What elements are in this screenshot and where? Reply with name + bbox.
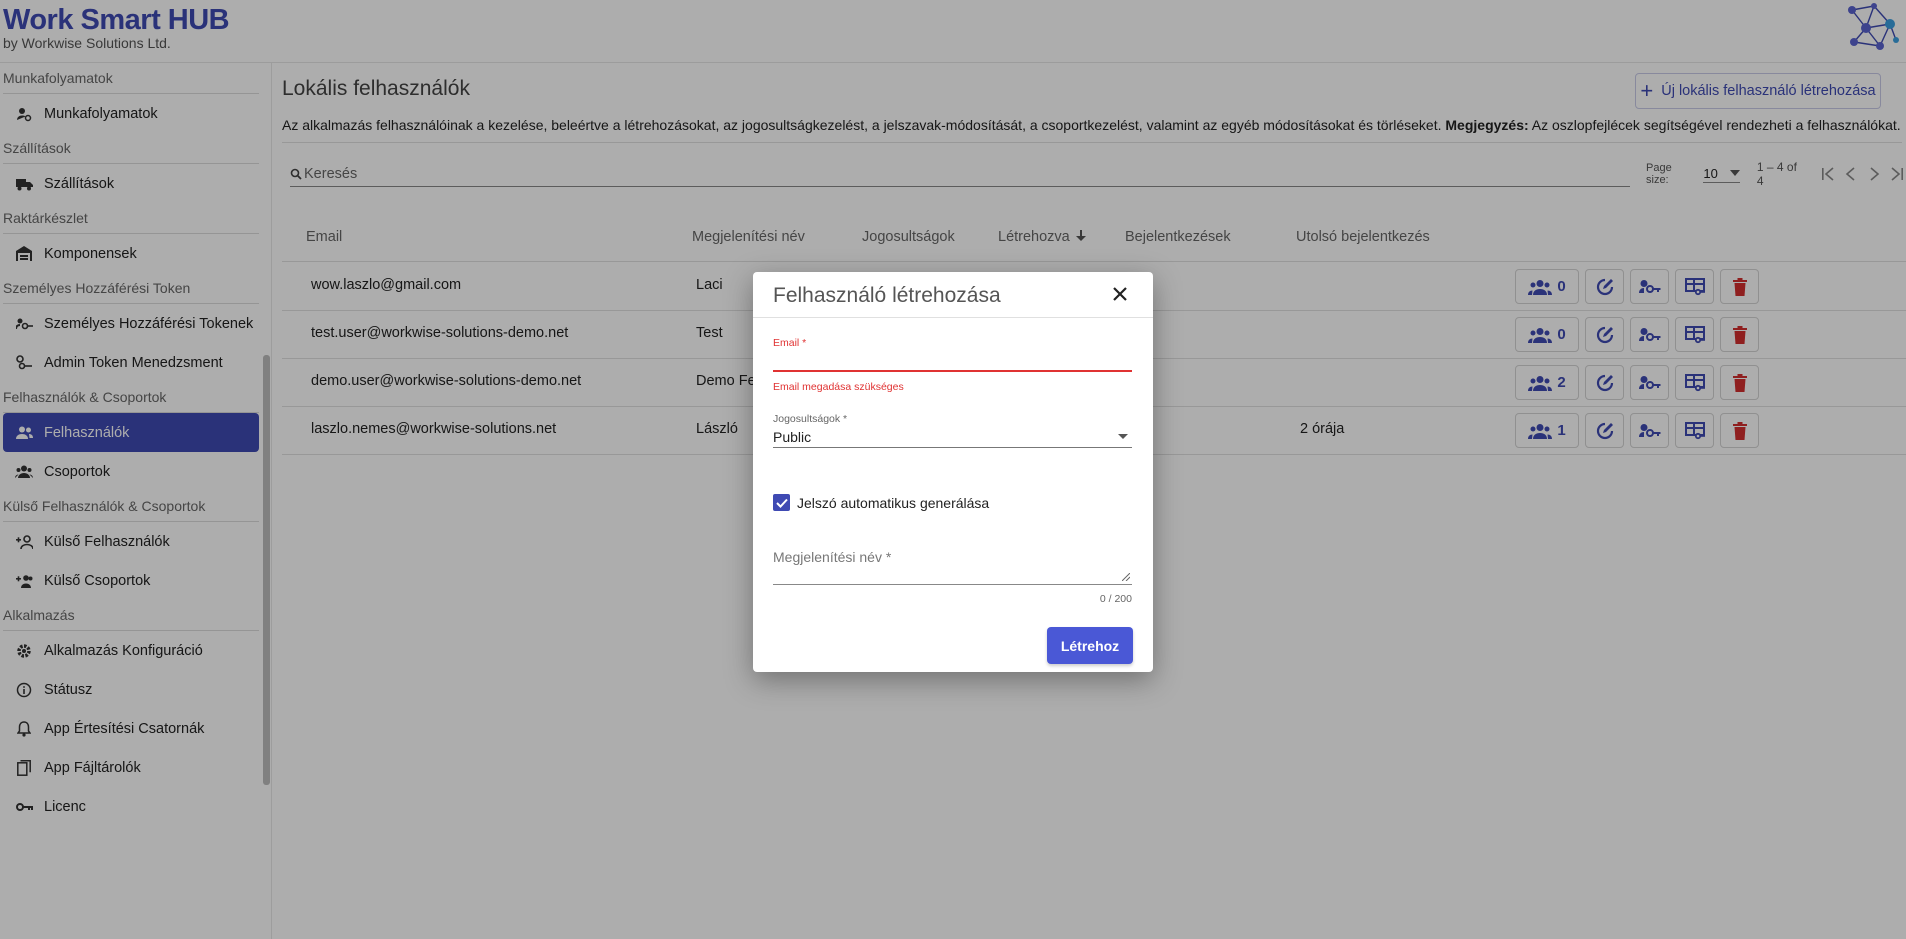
app-root: Work Smart HUB by Workwise Solutions Ltd…: [0, 0, 1906, 939]
chevron-down-icon: [1118, 434, 1128, 439]
email-label: Email *: [773, 337, 807, 349]
display-name-placeholder: Megjelenítési név *: [773, 549, 892, 565]
create-user-dialog: Felhasználó létrehozása Email * Email me…: [753, 272, 1153, 672]
resize-handle-icon[interactable]: [1122, 573, 1130, 581]
auto-password-label: Jelszó automatikus generálása: [797, 494, 990, 511]
create-button[interactable]: Létrehoz: [1047, 627, 1133, 664]
roles-value: Public: [773, 428, 812, 445]
roles-select[interactable]: Public: [773, 426, 1132, 448]
email-field[interactable]: [773, 350, 1132, 372]
checkbox-checked-icon: [773, 494, 790, 511]
close-icon[interactable]: [1110, 284, 1130, 304]
auto-password-checkbox[interactable]: Jelszó automatikus generálása: [773, 494, 989, 511]
dialog-header: Felhasználó létrehozása: [753, 272, 1153, 318]
dialog-title: Felhasználó létrehozása: [773, 284, 1001, 307]
char-counter: 0 / 200: [1099, 593, 1132, 605]
display-name-field[interactable]: Megjelenítési név *: [773, 549, 1132, 585]
roles-label: Jogosultságok *: [773, 413, 848, 425]
email-error: Email megadása szükséges: [773, 381, 904, 393]
